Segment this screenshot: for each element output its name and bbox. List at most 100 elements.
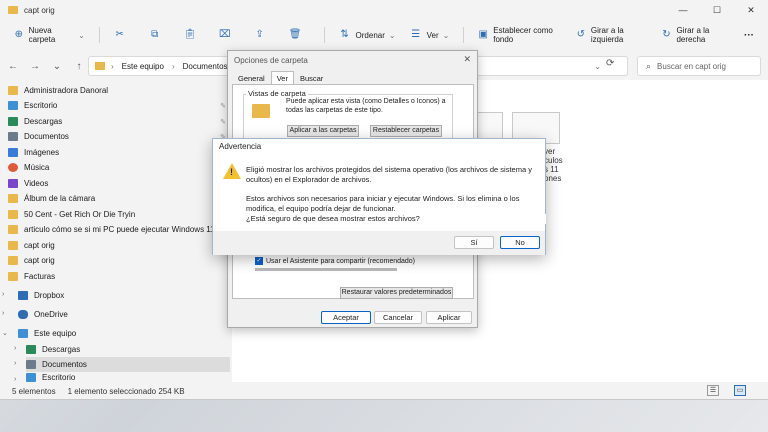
view-icon: ☰ xyxy=(411,29,421,40)
view-button[interactable]: ☰ Ver ⌄ xyxy=(410,29,449,41)
refresh-icon[interactable]: ⟳ xyxy=(606,58,614,69)
delete-button[interactable]: 🗑︎ xyxy=(289,29,306,41)
more-options-button[interactable]: ··· xyxy=(744,30,754,41)
warning-message-1: Eligió mostrar los archivos protegidos d… xyxy=(246,165,532,184)
sidebar-item[interactable]: OneDrive xyxy=(18,307,230,322)
expand-chevron-icon[interactable]: › xyxy=(14,345,16,352)
up-arrow-icon[interactable]: ↑ xyxy=(70,61,88,72)
expand-chevron-icon[interactable]: › xyxy=(14,360,16,367)
sidebar-item[interactable]: Administradora Danoral xyxy=(8,83,230,98)
forward-arrow-icon[interactable]: → xyxy=(26,61,44,72)
sidebar-item[interactable]: articulo cómo se si mi PC puede ejecutar… xyxy=(8,222,230,237)
copy-icon: ⧉ xyxy=(151,29,159,40)
sidebar-item[interactable]: capt orig xyxy=(8,238,230,253)
expand-chevron-icon[interactable]: › xyxy=(14,376,16,383)
sidebar-item[interactable]: Descargas xyxy=(26,342,230,357)
warning-title: Advertencia xyxy=(213,139,545,155)
paste-button[interactable]: 📋︎ xyxy=(184,29,201,41)
horizontal-scrollbar[interactable] xyxy=(255,268,397,271)
sidebar-item[interactable]: Dropbox xyxy=(18,288,230,303)
sidebar-item[interactable]: Descargas ✎ xyxy=(8,114,230,129)
sidebar-item-label: capt orig xyxy=(24,256,55,265)
sidebar-item[interactable]: capt orig xyxy=(8,253,230,268)
ok-button[interactable]: Aceptar xyxy=(321,311,371,324)
close-icon[interactable]: ✕ xyxy=(463,54,471,65)
title-bar: capt orig — ☐ ✕ xyxy=(0,0,768,20)
breadcrumb-documents[interactable]: Documentos xyxy=(183,62,228,71)
sidebar-item[interactable]: Documentos ✎ xyxy=(8,129,230,144)
set-background-button[interactable]: ▣ Establecer como fondo xyxy=(478,26,562,44)
sidebar-item[interactable]: Facturas xyxy=(8,269,230,284)
minimize-button[interactable]: — xyxy=(666,0,700,20)
sidebar-item-label: Imágenes xyxy=(24,148,60,157)
document-icon xyxy=(8,132,18,141)
close-button[interactable]: ✕ xyxy=(734,0,768,20)
sidebar-item[interactable]: Álbum de la cámara xyxy=(8,191,230,206)
sidebar-item[interactable]: Este equipo xyxy=(18,326,230,341)
details-view-icon[interactable]: ☰ xyxy=(707,385,719,396)
apply-to-folders-button[interactable]: Aplicar a las carpetas xyxy=(287,125,359,137)
sidebar-item[interactable]: Escritorio ✎ xyxy=(8,98,230,113)
dropbox-icon xyxy=(18,291,28,300)
sidebar-item-label: Administradora Danoral xyxy=(24,86,109,95)
paste-icon: 📋︎ xyxy=(183,29,197,40)
sort-label: Ordenar xyxy=(355,30,385,40)
sidebar-item-label: Dropbox xyxy=(34,291,65,300)
rotate-left-icon: ↺ xyxy=(576,29,586,40)
pin-icon: ✎ xyxy=(220,102,226,110)
tiles-view-icon[interactable]: ▭ xyxy=(734,385,746,396)
folder-icon xyxy=(8,194,18,203)
copy-button[interactable]: ⧉ xyxy=(149,29,166,41)
sidebar-item[interactable]: Videos✎ xyxy=(8,176,230,191)
sidebar-item-label: Descargas xyxy=(42,345,81,354)
warning-button-bar: Sí No xyxy=(213,231,545,255)
sidebar-item[interactable]: Música✎ xyxy=(8,160,230,175)
sidebar-item[interactable]: Imágenes✎ xyxy=(8,145,230,160)
window-title: capt orig xyxy=(24,5,55,15)
new-folder-button[interactable]: ⊕ Nueva carpeta ⌄ xyxy=(14,26,85,44)
maximize-button[interactable]: ☐ xyxy=(700,0,734,20)
back-arrow-icon[interactable]: ← xyxy=(4,61,22,72)
reset-folders-button[interactable]: Restablecer carpetas xyxy=(370,125,442,137)
collapse-chevron-icon[interactable]: ⌄ xyxy=(2,329,8,337)
folder-icon xyxy=(8,6,18,14)
sidebar-item[interactable]: Escritorio xyxy=(26,373,230,382)
cancel-button[interactable]: Cancelar xyxy=(374,311,422,324)
rotate-left-button[interactable]: ↺ Girar a la izquierda xyxy=(576,26,648,44)
folder-icon xyxy=(8,256,18,265)
sidebar-item-label: Documentos xyxy=(24,132,69,141)
sidebar-item-label: Este equipo xyxy=(34,329,77,338)
sidebar-item-label: OneDrive xyxy=(34,310,68,319)
sidebar-item-selected[interactable]: Documentos xyxy=(26,357,230,372)
desktop-icon xyxy=(8,101,18,110)
command-bar: ⊕ Nueva carpeta ⌄ ✂ ⧉ 📋︎ ⌧ ⇪ 🗑︎ ⇅ Ordena… xyxy=(0,22,768,48)
restore-defaults-button[interactable]: Restaurar valores predeterminados xyxy=(340,287,453,299)
sidebar-item[interactable]: 50 Cent - Get Rich Or Die Tryin xyxy=(8,207,230,222)
chevron-down-icon: ⌄ xyxy=(78,30,85,40)
sort-button[interactable]: ⇅ Ordenar ⌄ xyxy=(339,29,395,41)
share-button[interactable]: ⇪ xyxy=(254,29,271,41)
cut-button[interactable]: ✂ xyxy=(114,29,131,41)
yes-button[interactable]: Sí xyxy=(454,236,494,249)
desktop-icon xyxy=(26,373,36,382)
share-wizard-checkbox[interactable]: ✓ Usar el Asistente para compartir (reco… xyxy=(255,257,415,265)
search-input[interactable]: ⌕ Buscar en capt orig xyxy=(637,56,761,76)
recent-chevron-icon[interactable]: ⌄ xyxy=(48,61,66,72)
sidebar-item-label: articulo cómo se si mi PC puede ejecutar… xyxy=(24,225,215,234)
rotate-right-button[interactable]: ↻ Girar a la derecha xyxy=(661,26,730,44)
folder-icon xyxy=(95,62,105,70)
expand-chevron-icon[interactable]: › xyxy=(2,291,4,298)
warning-icon: ! xyxy=(223,163,241,179)
document-icon xyxy=(26,360,36,369)
expand-chevron-icon[interactable]: › xyxy=(2,310,4,317)
share-wizard-label: Usar el Asistente para compartir (recome… xyxy=(266,257,416,265)
breadcrumb-this-pc[interactable]: Este equipo xyxy=(122,62,164,71)
rename-button[interactable]: ⌧ xyxy=(219,29,236,41)
sidebar-item-label: capt orig xyxy=(24,241,55,250)
address-dropdown-icon[interactable]: ⌄ xyxy=(594,62,601,71)
no-button[interactable]: No xyxy=(500,236,540,249)
search-placeholder: Buscar en capt orig xyxy=(657,61,726,71)
download-icon xyxy=(26,345,36,354)
rotate-left-label: Girar a la izquierda xyxy=(590,26,624,44)
apply-button[interactable]: Aplicar xyxy=(426,311,472,324)
